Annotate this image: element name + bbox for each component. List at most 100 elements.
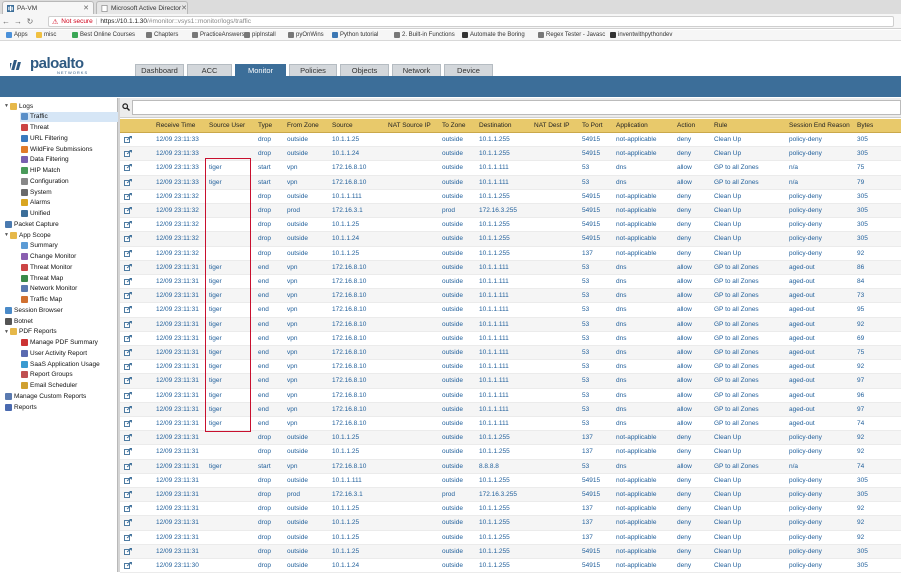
sidebar-item-unified[interactable]: Unified (20, 209, 50, 219)
table-cell[interactable]: 172.16.8.10 (332, 335, 366, 342)
table-cell[interactable]: dns (616, 349, 626, 356)
log-detail-icon[interactable] (124, 476, 132, 485)
table-cell[interactable]: Clean Up (714, 207, 741, 214)
table-cell[interactable]: GP to all Zones (714, 306, 759, 313)
table-cell[interactable]: 172.16.8.10 (332, 264, 366, 271)
table-cell[interactable]: 12/09 23:11:31 (156, 434, 199, 441)
log-filter-input[interactable] (132, 100, 901, 115)
tab-policies[interactable]: Policies (289, 64, 337, 76)
table-cell[interactable]: GP to all Zones (714, 278, 759, 285)
log-detail-icon[interactable] (124, 519, 132, 527)
table-cell[interactable]: tiger (209, 164, 222, 171)
table-row[interactable]: 12/09 23:11:30 drop outside 10.1.1.24 outsid… (120, 559, 901, 573)
log-detail-icon[interactable] (124, 547, 132, 556)
log-detail-icon[interactable] (124, 292, 132, 300)
table-cell[interactable]: GP to all Zones (714, 264, 759, 271)
table-cell[interactable]: tiger (209, 321, 222, 328)
table-cell[interactable]: 10.1.1.25 (332, 434, 359, 441)
table-cell[interactable]: 10.1.1.24 (332, 150, 359, 157)
table-cell[interactable]: 12/09 23:11:31 (156, 406, 199, 413)
table-cell[interactable]: Clean Up (714, 491, 741, 498)
table-cell[interactable]: 172.16.8.10 (332, 377, 366, 384)
table-cell[interactable]: 10.1.1.255 (479, 562, 510, 569)
table-cell[interactable]: tiger (209, 406, 222, 413)
table-cell[interactable]: not-applicable (616, 150, 656, 157)
table-cell[interactable]: 10.1.1.255 (479, 193, 510, 200)
table-cell[interactable]: 10.1.1.255 (479, 477, 510, 484)
column-header[interactable]: Rule (714, 122, 727, 129)
table-row[interactable]: 12/09 23:11:31 tiger end vpn 172.16.8.10 outs… (120, 389, 901, 403)
table-cell[interactable]: dns (616, 392, 626, 399)
log-detail-icon[interactable] (124, 164, 132, 172)
log-detail-icon[interactable] (124, 263, 132, 272)
table-cell[interactable]: 10.1.1.111 (479, 264, 509, 271)
table-cell[interactable]: not-applicable (616, 235, 656, 242)
table-cell[interactable]: 12/09 23:11:31 (156, 534, 199, 541)
table-cell[interactable]: 10.1.1.255 (479, 448, 510, 455)
forward-arrow-icon[interactable]: → (12, 17, 24, 26)
log-detail-icon[interactable] (124, 420, 132, 428)
table-cell[interactable]: 10.1.1.111 (479, 164, 509, 171)
table-cell[interactable]: dns (616, 306, 626, 313)
table-row[interactable]: 12/09 23:11:32 drop prod 172.16.3.1 prod 172.… (120, 204, 901, 219)
search-icon[interactable] (122, 103, 130, 111)
sidebar-item-hip-match[interactable]: HIP Match (20, 166, 60, 176)
table-cell[interactable]: 12/09 23:11:31 (156, 392, 199, 399)
log-detail-icon[interactable] (124, 221, 132, 229)
url-input[interactable]: ⚠ Not secure | https://10.1.1.30/#monito… (48, 16, 894, 27)
table-cell[interactable]: not-applicable (616, 434, 656, 441)
table-cell[interactable]: dns (616, 463, 626, 470)
tab-device[interactable]: Device (444, 64, 493, 76)
table-cell[interactable]: 12/09 23:11:33 (156, 136, 199, 143)
table-cell[interactable]: 12/09 23:11:32 (156, 207, 199, 214)
table-cell[interactable]: 12/09 23:11:32 (156, 193, 199, 200)
bookmark-item[interactable]: Regex Tester - Javasc (538, 32, 605, 38)
table-cell[interactable]: 10.1.1.25 (332, 221, 359, 228)
expand-toggle-icon[interactable]: ▼ (4, 103, 9, 109)
log-detail-icon[interactable] (124, 434, 132, 442)
table-cell[interactable]: Clean Up (714, 150, 741, 157)
table-cell[interactable]: not-applicable (616, 519, 656, 526)
table-row[interactable]: 12/09 23:11:32 drop outside 10.1.1.25 outsid… (120, 247, 901, 261)
table-cell[interactable]: tiger (209, 377, 222, 384)
table-cell[interactable]: Clean Up (714, 136, 741, 143)
sidebar-item-app-scope[interactable]: ▼ App Scope (4, 230, 51, 240)
log-detail-icon[interactable] (124, 505, 132, 513)
bookmark-item[interactable]: Automate the Boring (462, 32, 532, 38)
table-row[interactable]: 12/09 23:11:32 drop outside 10.1.1.111 outsi… (120, 190, 901, 204)
table-cell[interactable]: 172.16.8.10 (332, 321, 366, 328)
sidebar-item-traffic-map[interactable]: Traffic Map (20, 295, 62, 305)
table-cell[interactable]: Clean Up (714, 448, 741, 455)
column-header[interactable]: Type (258, 122, 272, 129)
back-arrow-icon[interactable]: ← (0, 17, 12, 26)
table-cell[interactable]: Clean Up (714, 505, 741, 512)
table-cell[interactable]: 12/09 23:11:31 (156, 477, 199, 484)
sidebar-item-manage-custom-reports[interactable]: Manage Custom Reports (4, 391, 86, 401)
table-cell[interactable]: 12/09 23:11:31 (156, 292, 199, 299)
table-cell[interactable]: 12/09 23:11:31 (156, 335, 199, 342)
table-cell[interactable]: 172.16.8.10 (332, 392, 366, 399)
table-cell[interactable]: dns (616, 321, 626, 328)
table-cell[interactable]: GP to all Zones (714, 392, 759, 399)
sidebar-item-alarms[interactable]: Alarms (20, 198, 50, 208)
table-row[interactable]: 12/09 23:11:31 tiger end vpn 172.16.8.10 outs… (120, 317, 901, 332)
bookmark-item[interactable]: 2. Built-in Functions (394, 32, 456, 38)
log-detail-icon[interactable] (124, 491, 132, 499)
table-cell[interactable]: 172.16.3.1 (332, 491, 363, 498)
table-cell[interactable]: GP to all Zones (714, 292, 759, 299)
log-detail-icon[interactable] (124, 462, 132, 471)
close-tab-icon[interactable]: ✕ (83, 4, 89, 12)
table-row[interactable]: 12/09 23:11:31 tiger end vpn 172.16.8.10 outs… (120, 289, 901, 304)
table-cell[interactable]: 10.1.1.111 (332, 193, 362, 200)
bookmark-item[interactable]: pipInstall (244, 32, 282, 38)
table-cell[interactable]: 10.1.1.24 (332, 235, 359, 242)
table-cell[interactable]: 12/09 23:11:31 (156, 321, 199, 328)
log-detail-icon[interactable] (124, 306, 132, 314)
sidebar-item-packet-capture[interactable]: Packet Capture (4, 219, 59, 229)
table-cell[interactable]: Clean Up (714, 193, 741, 200)
column-header[interactable]: Action (677, 122, 695, 129)
log-detail-icon[interactable] (124, 334, 132, 343)
table-row[interactable]: 12/09 23:11:31 drop outside 10.1.1.25 outsid… (120, 502, 901, 517)
table-row[interactable]: 12/09 23:11:31 tiger end vpn 172.16.8.10 outs… (120, 417, 901, 432)
sidebar-item-user-activity-report[interactable]: User Activity Report (20, 348, 87, 358)
